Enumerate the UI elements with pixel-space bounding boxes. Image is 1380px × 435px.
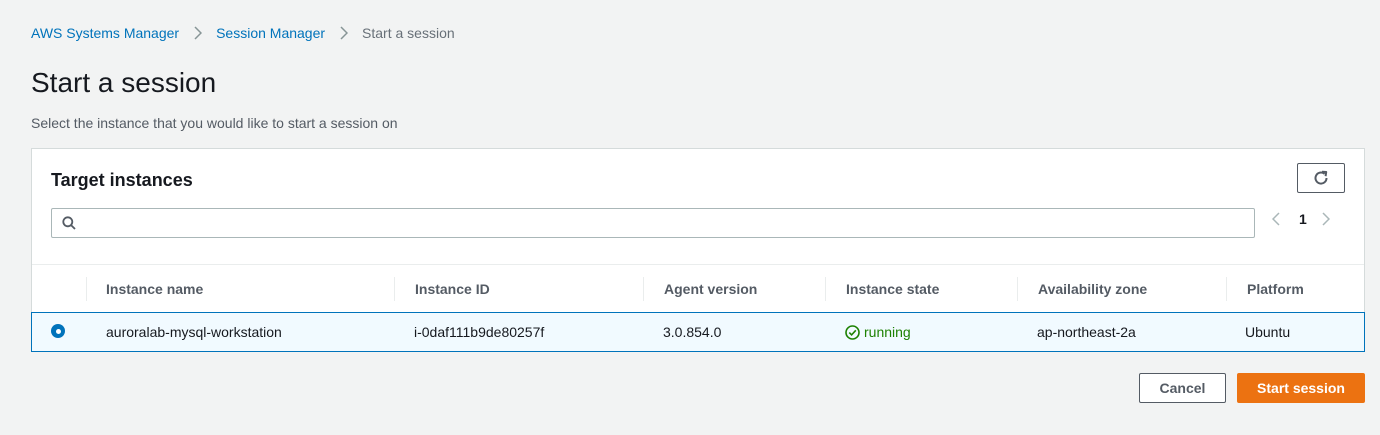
cell-instance-state: running (845, 313, 911, 351)
page-title: Start a session (31, 67, 217, 98)
chevron-right-icon (194, 26, 203, 40)
start-session-page: AWS Systems Manager Session Manager Star… (0, 0, 1380, 435)
cell-agent-version: 3.0.854.0 (663, 324, 722, 340)
breadcrumb-link-systems-manager[interactable]: AWS Systems Manager (31, 25, 179, 41)
target-instances-panel: Target instances 1 Instance name Instanc… (31, 148, 1365, 352)
cell-platform: Ubuntu (1245, 324, 1291, 340)
radio-selected-dot (55, 328, 61, 334)
search-input[interactable] (82, 209, 1254, 237)
instance-state-label: running (864, 324, 911, 340)
column-header-availability-zone[interactable]: Availability zone (1038, 265, 1147, 312)
cancel-button[interactable]: Cancel (1139, 373, 1226, 403)
column-divider (825, 277, 826, 301)
chevron-right-icon (340, 26, 349, 40)
row-radio-button[interactable] (51, 324, 65, 338)
column-divider (1017, 277, 1018, 301)
column-header-instance-id[interactable]: Instance ID (415, 265, 490, 312)
column-divider (1226, 277, 1227, 301)
pagination: 1 (1272, 207, 1330, 231)
page-number[interactable]: 1 (1299, 211, 1307, 227)
table-header: Instance name Instance ID Agent version … (32, 264, 1364, 312)
check-circle-icon (845, 324, 860, 340)
cell-instance-name: auroralab-mysql-workstation (106, 324, 282, 340)
refresh-button[interactable] (1297, 163, 1345, 193)
page-description: Select the instance that you would like … (31, 115, 398, 131)
search-box (51, 208, 1255, 238)
chevron-right-icon[interactable] (1322, 212, 1330, 226)
refresh-icon (1312, 169, 1330, 187)
cell-instance-id: i-0daf111b9de80257f (414, 324, 545, 340)
search-icon (62, 216, 76, 230)
column-divider (643, 277, 644, 301)
column-header-instance-state[interactable]: Instance state (846, 265, 939, 312)
breadcrumb-link-session-manager[interactable]: Session Manager (216, 25, 325, 41)
column-header-instance-name[interactable]: Instance name (106, 265, 203, 312)
chevron-left-icon[interactable] (1272, 212, 1280, 226)
panel-title: Target instances (51, 170, 193, 190)
column-header-agent-version[interactable]: Agent version (664, 265, 757, 312)
breadcrumb: AWS Systems Manager Session Manager Star… (31, 24, 455, 42)
start-session-button[interactable]: Start session (1237, 373, 1365, 403)
breadcrumb-current: Start a session (362, 25, 455, 41)
column-header-platform[interactable]: Platform (1247, 265, 1304, 312)
cell-availability-zone: ap-northeast-2a (1037, 324, 1136, 340)
column-divider (86, 277, 87, 301)
column-divider (394, 277, 395, 301)
table-row[interactable]: auroralab-mysql-workstation i-0daf111b9d… (31, 312, 1365, 352)
